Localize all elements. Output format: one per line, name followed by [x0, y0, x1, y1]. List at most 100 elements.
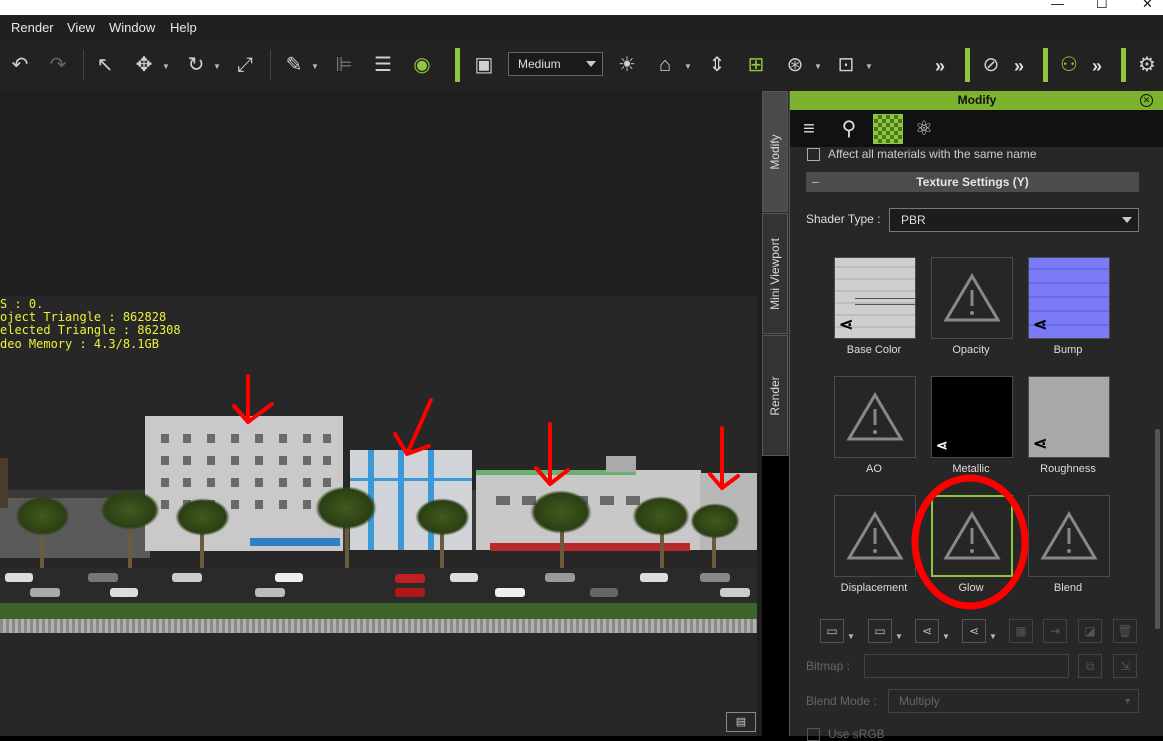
texture-slot-opacity[interactable]: [931, 257, 1013, 339]
scale-icon[interactable]: ⤢: [232, 52, 258, 78]
toolbar-green-divider: [1043, 48, 1048, 82]
texture-slot-metallic[interactable]: ⋖: [931, 376, 1013, 458]
toolbar-overflow-icon[interactable]: »: [1092, 56, 1102, 77]
palm-tree: [632, 496, 690, 536]
texture-slot-ao[interactable]: [834, 376, 916, 458]
share-icon[interactable]: ⋖: [915, 619, 939, 643]
chevron-down-icon[interactable]: ▼: [989, 632, 997, 641]
menu-view[interactable]: View: [67, 20, 95, 35]
texture-slot-displacement[interactable]: [834, 495, 916, 577]
chevron-down-icon[interactable]: ▼: [942, 632, 950, 641]
car: [590, 588, 618, 597]
redo-icon[interactable]: ↷: [45, 52, 71, 78]
frame-selected-icon[interactable]: ⊞: [743, 52, 769, 78]
move-icon[interactable]: ✥: [131, 52, 157, 78]
warning-icon: [846, 511, 904, 560]
car: [395, 588, 425, 597]
warning-icon: [1040, 511, 1098, 560]
shader-type-dropdown[interactable]: PBR: [889, 208, 1139, 232]
car: [88, 573, 118, 582]
tab-mini-viewport[interactable]: Mini Viewport: [762, 213, 788, 334]
panel-scrollbar[interactable]: [1155, 429, 1160, 629]
toolbar-green-divider: [455, 48, 460, 82]
light-icon[interactable]: ☀: [614, 52, 640, 78]
texture-slot-blend[interactable]: [1028, 495, 1110, 577]
tab-render[interactable]: Render: [762, 335, 788, 456]
blend-mode-label: Blend Mode :: [806, 694, 877, 708]
texture-slot-bump[interactable]: ⋖: [1028, 257, 1110, 339]
eye-icon[interactable]: ◉: [409, 52, 435, 78]
render-quality-dropdown[interactable]: Medium: [508, 52, 603, 76]
edit-image-icon[interactable]: ⇲: [1113, 654, 1137, 678]
safe-frame-icon[interactable]: ⊡: [833, 52, 859, 78]
blend-mode-dropdown[interactable]: Multiply ▼: [888, 689, 1139, 713]
home-camera-icon[interactable]: ⌂: [652, 52, 678, 78]
chevron-down-icon[interactable]: ▼: [814, 62, 822, 71]
snap-icon[interactable]: ✎: [281, 52, 307, 78]
texture-slot-roughness[interactable]: ⋖: [1028, 376, 1110, 458]
sliders-icon[interactable]: ≡: [795, 115, 823, 143]
minimize-button[interactable]: —: [1051, 0, 1064, 11]
menu-help[interactable]: Help: [170, 20, 197, 35]
slot-label-bump: Bump: [1053, 344, 1083, 356]
car: [5, 573, 33, 582]
undo-icon[interactable]: ↶: [7, 52, 33, 78]
close-icon[interactable]: ✕: [1140, 94, 1153, 107]
pose-icon[interactable]: ⊘: [978, 52, 1004, 78]
chevron-down-icon[interactable]: ▼: [162, 62, 170, 71]
maximize-button[interactable]: ☐: [1096, 0, 1108, 12]
annotation-arrow: [534, 422, 570, 486]
align-left-icon[interactable]: ⊫: [331, 52, 357, 78]
close-button[interactable]: ✕: [1142, 0, 1153, 12]
city-street-scene[interactable]: [0, 374, 757, 633]
chevron-down-icon[interactable]: ▼: [865, 62, 873, 71]
save-texture-as-icon[interactable]: ▭: [868, 619, 892, 643]
toolbar-green-divider: [1121, 48, 1126, 82]
import-icon[interactable]: ⇥: [1043, 619, 1067, 643]
chevron-down-icon[interactable]: ▼: [311, 62, 319, 71]
toolbar-overflow-icon[interactable]: »: [935, 56, 945, 77]
rotate-icon[interactable]: ↻: [183, 52, 209, 78]
fit-height-icon[interactable]: ⇕: [704, 52, 730, 78]
material-icon[interactable]: [873, 114, 903, 144]
tab-modify[interactable]: Modify: [762, 91, 788, 212]
texture-slot-base-color[interactable]: ⋖: [834, 257, 916, 339]
use-srgb-checkbox[interactable]: [807, 728, 820, 741]
trash-icon[interactable]: 🗑: [1113, 619, 1137, 643]
awning: [250, 538, 340, 546]
camera-mode-icon[interactable]: ⊛: [782, 52, 808, 78]
palm-tree: [100, 490, 160, 530]
chat-icon[interactable]: ▤: [726, 712, 756, 732]
stone-wall: [0, 619, 757, 633]
affect-all-checkbox[interactable]: [807, 148, 820, 161]
car: [172, 573, 202, 582]
motion-icon[interactable]: ⚲: [835, 115, 863, 143]
physics-atom-icon[interactable]: ⚛: [910, 115, 938, 143]
select-arrow-icon[interactable]: ↖: [92, 52, 118, 78]
menu-window[interactable]: Window: [109, 20, 155, 35]
slot-label-base-color: Base Color: [846, 344, 902, 356]
texture-settings-header[interactable]: – Texture Settings (Y): [806, 172, 1139, 192]
chevron-down-icon[interactable]: ▼: [213, 62, 221, 71]
align-objects-icon[interactable]: ☰: [370, 52, 396, 78]
share-icon: ⋖: [936, 437, 948, 453]
grid-icon[interactable]: ▦: [1009, 619, 1033, 643]
chevron-down-icon[interactable]: ▼: [895, 632, 903, 641]
toolbar-overflow-icon[interactable]: »: [1014, 56, 1024, 77]
settings-sliders-icon[interactable]: ⚙: [1134, 52, 1160, 78]
save-texture-icon[interactable]: ▭: [820, 619, 844, 643]
chevron-down-icon[interactable]: ▼: [847, 632, 855, 641]
car: [395, 574, 425, 583]
viewport-layout-icon[interactable]: ▣: [471, 52, 497, 78]
palm-tree: [415, 498, 470, 536]
palm-tree: [175, 498, 230, 536]
browse-image-icon[interactable]: ⧉: [1078, 654, 1102, 678]
checker-icon[interactable]: ◪: [1078, 619, 1102, 643]
character-icon[interactable]: ⚇: [1056, 52, 1082, 78]
menu-render[interactable]: Render: [11, 20, 54, 35]
car: [30, 588, 60, 597]
bitmap-field[interactable]: [864, 654, 1069, 678]
share-options-icon[interactable]: ⋖: [962, 619, 986, 643]
chevron-down-icon[interactable]: ▼: [684, 62, 692, 71]
slot-label-opacity: Opacity: [952, 344, 990, 356]
